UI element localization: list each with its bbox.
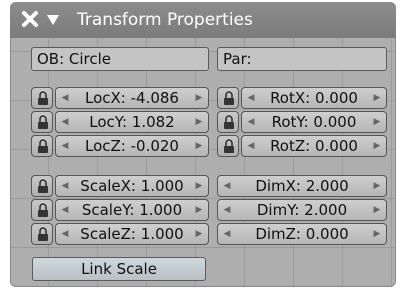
arrow-right-icon[interactable]: ▶ [194, 88, 204, 108]
arrow-right-icon[interactable]: ▶ [372, 200, 382, 220]
link-scale-button[interactable]: Link Scale [32, 257, 206, 281]
arrow-left-icon[interactable]: ◀ [60, 136, 70, 156]
dimx-value: DimX: 2.000 [255, 177, 349, 195]
locz-field[interactable]: ◀ LocZ: -0.020 ▶ [55, 135, 209, 157]
arrow-left-icon[interactable]: ◀ [222, 176, 232, 196]
lock-locx-toggle[interactable] [31, 87, 53, 109]
collapse-triangle-icon[interactable] [46, 12, 60, 26]
locx-field[interactable]: ◀ LocX: -4.086 ▶ [55, 87, 209, 109]
scalez-field[interactable]: ◀ ScaleZ: 1.000 ▶ [55, 223, 209, 245]
lock-icon [224, 115, 234, 129]
lock-icon [38, 115, 48, 129]
arrow-left-icon[interactable]: ◀ [60, 112, 70, 132]
dimz-field[interactable]: ◀ DimZ: 0.000 ▶ [217, 223, 387, 245]
arrow-left-icon[interactable]: ◀ [246, 112, 256, 132]
scalex-field[interactable]: ◀ ScaleX: 1.000 ▶ [55, 175, 209, 197]
roty-value: RotY: 0.000 [271, 113, 357, 131]
rotz-field[interactable]: ◀ RotZ: 0.000 ▶ [241, 135, 387, 157]
scaley-field[interactable]: ◀ ScaleY: 1.000 ▶ [55, 199, 209, 221]
scalex-value: ScaleX: 1.000 [80, 177, 184, 195]
dimx-field[interactable]: ◀ DimX: 2.000 ▶ [217, 175, 387, 197]
dimy-field[interactable]: ◀ DimY: 2.000 ▶ [217, 199, 387, 221]
arrow-left-icon[interactable]: ◀ [246, 88, 256, 108]
lock-scaley-toggle[interactable] [31, 199, 53, 221]
lock-locy-toggle[interactable] [31, 111, 53, 133]
lock-icon [38, 139, 48, 153]
locy-value: LocY: 1.082 [89, 113, 175, 131]
rotx-value: RotX: 0.000 [270, 89, 358, 107]
arrow-left-icon[interactable]: ◀ [60, 200, 70, 220]
lock-rotz-toggle[interactable] [217, 135, 239, 157]
panel-background-grid [10, 38, 396, 287]
lock-rotx-toggle[interactable] [217, 87, 239, 109]
dimz-value: DimZ: 0.000 [255, 225, 349, 243]
lock-icon [38, 91, 48, 105]
arrow-left-icon[interactable]: ◀ [246, 136, 256, 156]
arrow-right-icon[interactable]: ▶ [372, 88, 382, 108]
parent-field[interactable]: Par: [217, 47, 387, 71]
arrow-right-icon[interactable]: ▶ [194, 112, 204, 132]
arrow-right-icon[interactable]: ▶ [372, 224, 382, 244]
scaley-value: ScaleY: 1.000 [81, 201, 183, 219]
panel-title: Transform Properties [77, 10, 253, 30]
arrow-left-icon[interactable]: ◀ [222, 224, 232, 244]
dimy-value: DimY: 2.000 [256, 201, 348, 219]
lock-roty-toggle[interactable] [217, 111, 239, 133]
arrow-right-icon[interactable]: ▶ [194, 200, 204, 220]
rotx-field[interactable]: ◀ RotX: 0.000 ▶ [241, 87, 387, 109]
lock-icon [38, 203, 48, 217]
panel-titlebar[interactable]: Transform Properties [10, 2, 396, 38]
arrow-right-icon[interactable]: ▶ [372, 136, 382, 156]
scalez-value: ScaleZ: 1.000 [80, 225, 184, 243]
arrow-right-icon[interactable]: ▶ [372, 112, 382, 132]
transform-properties-panel: Transform Properties OB: Circle Par: ◀ L… [10, 2, 396, 287]
lock-icon [224, 139, 234, 153]
locz-value: LocZ: -0.020 [85, 137, 179, 155]
arrow-right-icon[interactable]: ▶ [194, 176, 204, 196]
arrow-left-icon[interactable]: ◀ [222, 200, 232, 220]
arrow-left-icon[interactable]: ◀ [60, 88, 70, 108]
arrow-left-icon[interactable]: ◀ [60, 176, 70, 196]
rotz-value: RotZ: 0.000 [270, 137, 358, 155]
close-icon[interactable] [20, 9, 40, 29]
lock-icon [38, 179, 48, 193]
arrow-right-icon[interactable]: ▶ [372, 176, 382, 196]
locy-field[interactable]: ◀ LocY: 1.082 ▶ [55, 111, 209, 133]
lock-scalex-toggle[interactable] [31, 175, 53, 197]
arrow-right-icon[interactable]: ▶ [194, 136, 204, 156]
lock-locz-toggle[interactable] [31, 135, 53, 157]
object-name-field[interactable]: OB: Circle [31, 47, 209, 71]
roty-field[interactable]: ◀ RotY: 0.000 ▶ [241, 111, 387, 133]
lock-scalez-toggle[interactable] [31, 223, 53, 245]
lock-icon [38, 227, 48, 241]
locx-value: LocX: -4.086 [85, 89, 179, 107]
arrow-right-icon[interactable]: ▶ [194, 224, 204, 244]
lock-icon [224, 91, 234, 105]
arrow-left-icon[interactable]: ◀ [60, 224, 70, 244]
